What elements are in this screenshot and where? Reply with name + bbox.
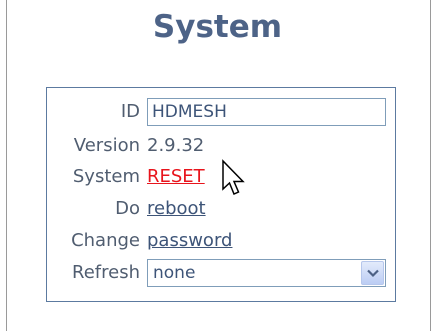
change-label: Change [71,230,140,251]
version-value: 2.9.32 [147,135,205,156]
reset-link[interactable]: RESET [147,162,205,192]
chevron-down-icon [367,269,379,278]
refresh-label: Refresh [72,262,140,283]
page-title: System [152,9,283,45]
refresh-select-value: none [153,263,196,283]
version-row: Version 2.9.32 [47,131,397,161]
id-row: ID [47,97,397,127]
refresh-select[interactable]: none [147,259,386,287]
id-label: ID [120,101,140,122]
mouse-pointer-icon [222,159,245,195]
password-row: Change password [47,226,397,256]
password-link[interactable]: password [147,226,232,256]
system-label: System [72,166,140,187]
do-label: Do [115,198,140,219]
id-input[interactable] [147,98,386,126]
version-label: Version [73,135,140,156]
reboot-link[interactable]: reboot [147,194,206,224]
refresh-dropdown-button[interactable] [361,261,384,285]
refresh-row: Refresh none [47,258,397,288]
